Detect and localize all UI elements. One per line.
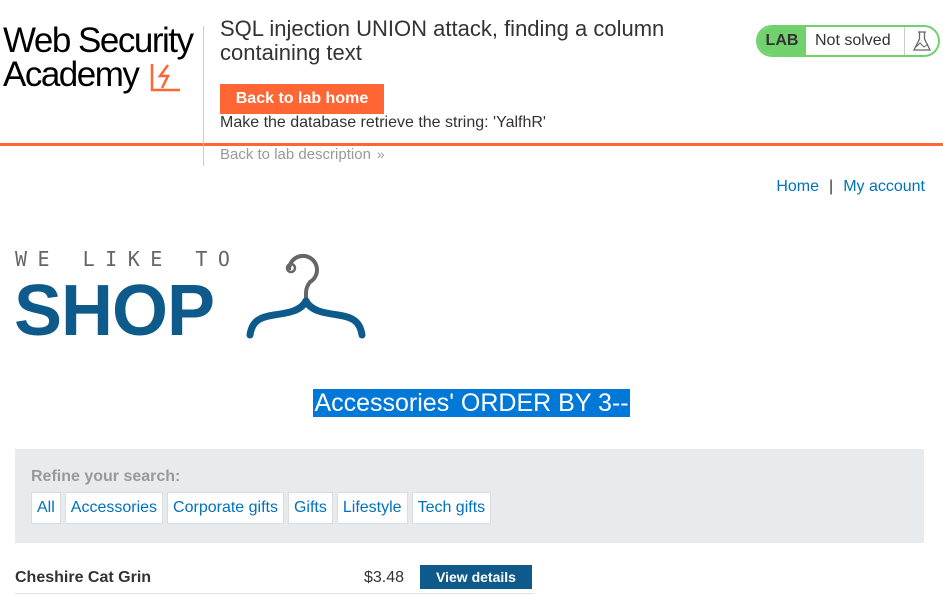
nav-separator: | <box>829 178 834 195</box>
top-nav: Home | My account <box>776 178 925 196</box>
header-divider <box>203 26 204 166</box>
lab-title: SQL injection UNION attack, finding a co… <box>220 16 665 65</box>
back-to-lab-description-label: Back to lab description <box>220 146 371 163</box>
shop-logo: WE LIKE TO SHOP <box>14 245 374 351</box>
filter-corporate-gifts[interactable]: Corporate gifts <box>167 492 284 524</box>
filter-all[interactable]: All <box>31 492 61 524</box>
product-row: Cheshire Cat Grin $3.48 View details <box>15 564 535 594</box>
hanger-icon <box>246 253 366 339</box>
web-security-academy-logo[interactable]: Web Security Academy <box>3 22 203 96</box>
back-to-lab-description-link[interactable]: Back to lab description » <box>220 146 385 163</box>
academy-header: Web Security Academy SQL injection UNION… <box>0 0 943 166</box>
home-link[interactable]: Home <box>776 178 819 195</box>
lab-instruction: Make the database retrieve the string: '… <box>220 114 546 131</box>
my-account-link[interactable]: My account <box>843 178 925 195</box>
flask-icon <box>904 27 938 55</box>
filter-accessories[interactable]: Accessories <box>64 492 164 524</box>
product-price: $3.48 <box>364 569 405 586</box>
lab-status-text: Not solved <box>815 32 891 49</box>
filter-tech-gifts[interactable]: Tech gifts <box>411 492 492 524</box>
filter-lifestyle[interactable]: Lifestyle <box>336 492 408 524</box>
filter-gifts[interactable]: Gifts <box>287 492 333 524</box>
lab-status-widget: LAB Not solved <box>756 25 940 57</box>
lightning-bolt-icon <box>150 64 180 92</box>
product-name: Cheshire Cat Grin <box>15 569 152 586</box>
search-query-text: Accessories' ORDER BY 3-- <box>313 389 630 417</box>
filter-label: Refine your search: <box>31 468 181 485</box>
search-results-heading: Accessories' ORDER BY 3-- <box>0 389 943 418</box>
category-filter-list: All Accessories Corporate gifts Gifts Li… <box>31 492 492 524</box>
shop-wordmark: SHOP <box>14 271 215 351</box>
logo-line2: Academy <box>3 55 140 94</box>
filter-panel: Refine your search: All Accessories Corp… <box>15 449 924 543</box>
lab-badge: LAB <box>758 27 806 55</box>
view-details-button[interactable]: View details <box>420 565 532 589</box>
shop-tagline: WE LIKE TO <box>15 247 241 271</box>
back-to-lab-home-button[interactable]: Back to lab home <box>220 84 384 114</box>
double-chevron-right-icon: » <box>376 146 385 162</box>
